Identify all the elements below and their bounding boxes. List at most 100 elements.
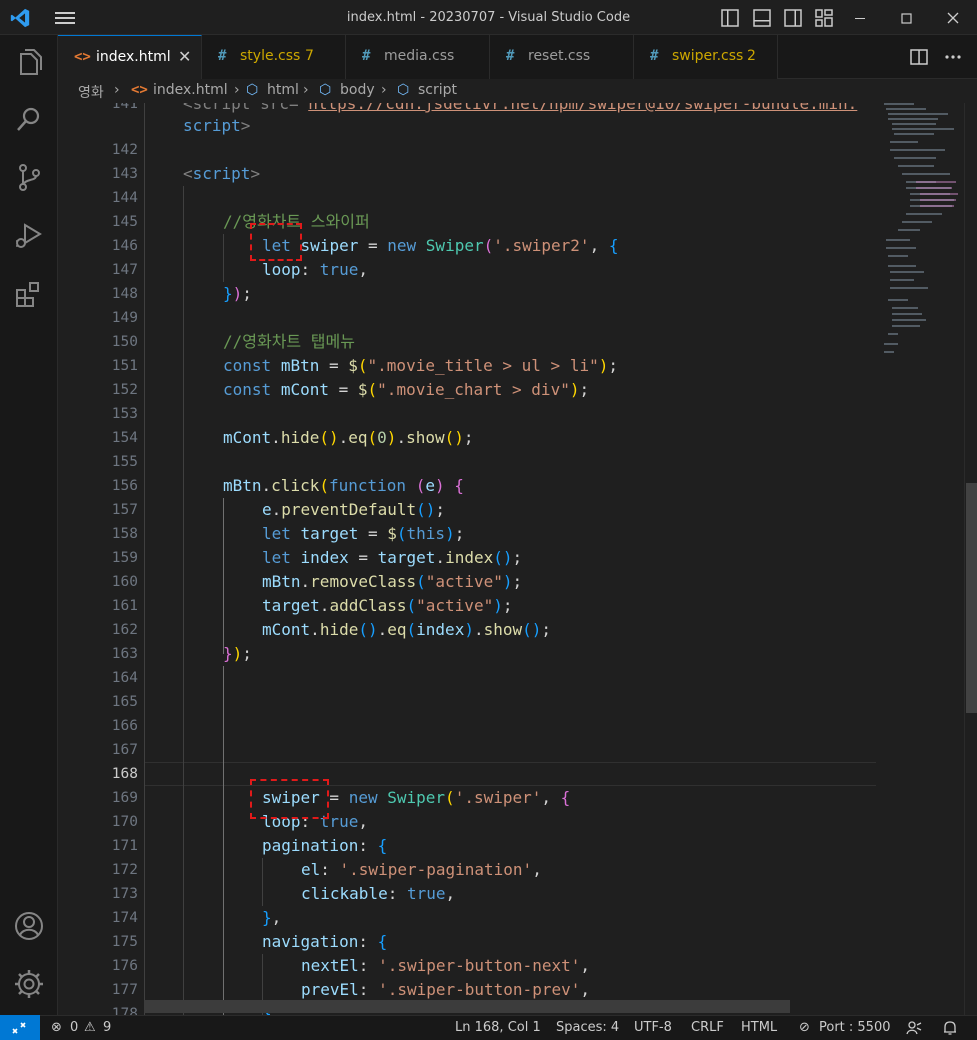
line-number: 177	[111, 982, 138, 998]
warning-icon[interactable]: ⚠	[84, 1020, 96, 1035]
code-string: "active"	[416, 596, 494, 615]
code-line-143: <script>	[183, 164, 261, 183]
extensions-icon[interactable]	[11, 276, 47, 312]
tab-style-css[interactable]: # style.css 7	[202, 35, 346, 79]
indentation[interactable]: Spaces: 4	[556, 1020, 619, 1035]
code-tag-name: script	[183, 116, 241, 135]
line-number: 141	[111, 103, 138, 112]
code-line-176: nextEl: '.swiper-button-next',	[301, 956, 590, 975]
line-number: 143	[111, 166, 138, 182]
code-url[interactable]: https://cdn.jsdelivr.net/npm/swiper@10/s…	[308, 103, 857, 113]
more-actions-icon[interactable]	[941, 45, 965, 69]
run-debug-icon[interactable]	[11, 217, 47, 253]
line-number: 164	[111, 670, 138, 686]
code-line-150: //영화차트 탭메뉴	[223, 330, 355, 354]
line-number: 160	[111, 574, 138, 590]
error-count[interactable]: 0	[70, 1020, 78, 1035]
indent-guide	[262, 858, 263, 906]
accounts-icon[interactable]	[11, 908, 47, 944]
tab-label: swiper.css	[672, 48, 744, 64]
breadcrumb-file[interactable]: index.html	[153, 82, 228, 98]
close-window-icon[interactable]	[941, 6, 965, 30]
error-icon[interactable]: ⊗	[51, 1020, 62, 1035]
line-number: 158	[111, 526, 138, 542]
maximize-icon[interactable]	[894, 6, 918, 30]
code-comment: //영화차트 탭메뉴	[223, 332, 355, 351]
tab-reset-css[interactable]: # reset.css	[490, 35, 634, 79]
breadcrumb-separator-icon: ›	[234, 82, 240, 98]
css-file-icon: #	[650, 48, 659, 64]
code-line-141: <script src="https://cdn.jsdelivr.net/np…	[183, 103, 857, 116]
remote-icon	[12, 1022, 26, 1034]
tab-label: media.css	[384, 48, 455, 64]
html-file-icon: <>	[74, 49, 91, 65]
line-number: 169	[111, 790, 138, 806]
line-number: 149	[111, 310, 138, 326]
line-number: 163	[111, 646, 138, 662]
line-number: 178	[111, 1006, 138, 1015]
indent-guide	[183, 186, 184, 1015]
line-number: 155	[111, 454, 138, 470]
breadcrumb-script[interactable]: script	[418, 82, 457, 98]
explorer-icon[interactable]	[11, 45, 47, 81]
toggle-panel-icon[interactable]	[750, 6, 774, 30]
code-string: "active"	[425, 572, 503, 591]
toggle-primary-sidebar-icon[interactable]	[718, 6, 742, 30]
tab-label: reset.css	[528, 48, 591, 64]
breadcrumb-html[interactable]: html	[267, 82, 299, 98]
tab-swiper-css[interactable]: # swiper.css 2	[634, 35, 778, 79]
search-icon[interactable]	[11, 102, 47, 138]
line-number: 153	[111, 406, 138, 422]
line-number: 145	[111, 214, 138, 230]
split-editor-icon[interactable]	[907, 45, 931, 69]
live-server-icon[interactable]: ⊘	[799, 1020, 810, 1035]
breadcrumb-body[interactable]: body	[340, 82, 375, 98]
line-number: 156	[111, 478, 138, 494]
code-line-163: });	[223, 644, 252, 663]
line-number: 147	[111, 262, 138, 278]
tab-media-css[interactable]: # media.css	[346, 35, 490, 79]
warning-count[interactable]: 9	[103, 1020, 111, 1035]
minimize-icon[interactable]	[848, 6, 872, 30]
notifications-bell-icon[interactable]	[941, 1019, 959, 1037]
code-area[interactable]: <script src="https://cdn.jsdelivr.net/np…	[144, 103, 874, 1015]
css-file-icon: #	[506, 48, 515, 64]
live-server-port[interactable]: Port : 5500	[819, 1020, 891, 1035]
css-file-icon: #	[218, 48, 227, 64]
vertical-scrollbar[interactable]	[964, 103, 977, 1015]
end-of-line[interactable]: CRLF	[691, 1020, 724, 1035]
tab-index-html[interactable]: <> index.html ✕	[58, 35, 202, 79]
breadcrumb-folder[interactable]: 영화	[78, 82, 104, 102]
editor-actions	[907, 45, 967, 69]
breadcrumb-separator-icon: ›	[381, 82, 387, 98]
line-number: 165	[111, 694, 138, 710]
line-number: 144	[111, 190, 138, 206]
encoding[interactable]: UTF-8	[634, 1020, 672, 1035]
indent-guide	[223, 498, 224, 654]
code-line-147: loop: true,	[262, 260, 368, 279]
line-number: 154	[111, 430, 138, 446]
code-line-160: mBtn.removeClass("active");	[262, 572, 523, 591]
minimap[interactable]	[876, 103, 964, 1015]
settings-gear-icon[interactable]	[11, 966, 47, 1002]
code-line-173: clickable: true,	[301, 884, 456, 903]
line-number-gutter: 141 142 143 144 145 146 147 148 149 150 151 152 153 1…	[58, 103, 144, 1015]
line-number: 171	[111, 838, 138, 854]
symbol-element-icon: ⬡	[397, 82, 410, 98]
language-mode[interactable]: HTML	[741, 1020, 777, 1035]
toggle-secondary-sidebar-icon[interactable]	[781, 6, 805, 30]
scrollbar-thumb[interactable]	[966, 483, 977, 713]
code-line-158: let target = $(this);	[262, 524, 465, 543]
cursor-position[interactable]: Ln 168, Col 1	[455, 1020, 541, 1035]
code-string: '.swiper-button-prev'	[378, 980, 581, 999]
code-editor[interactable]: 141 142 143 144 145 146 147 148 149 150 151 152 153 1…	[58, 103, 977, 1015]
customize-layout-icon[interactable]	[812, 6, 836, 30]
feedback-icon[interactable]	[905, 1019, 923, 1037]
activity-bar	[0, 35, 58, 1015]
close-tab-icon[interactable]: ✕	[178, 47, 191, 66]
source-control-icon[interactable]	[11, 159, 47, 195]
code-line-159: let index = target.index();	[262, 548, 523, 567]
annotation-box-swiper	[250, 779, 329, 819]
horizontal-scrollbar[interactable]	[144, 1000, 790, 1013]
remote-indicator[interactable]	[0, 1015, 40, 1040]
